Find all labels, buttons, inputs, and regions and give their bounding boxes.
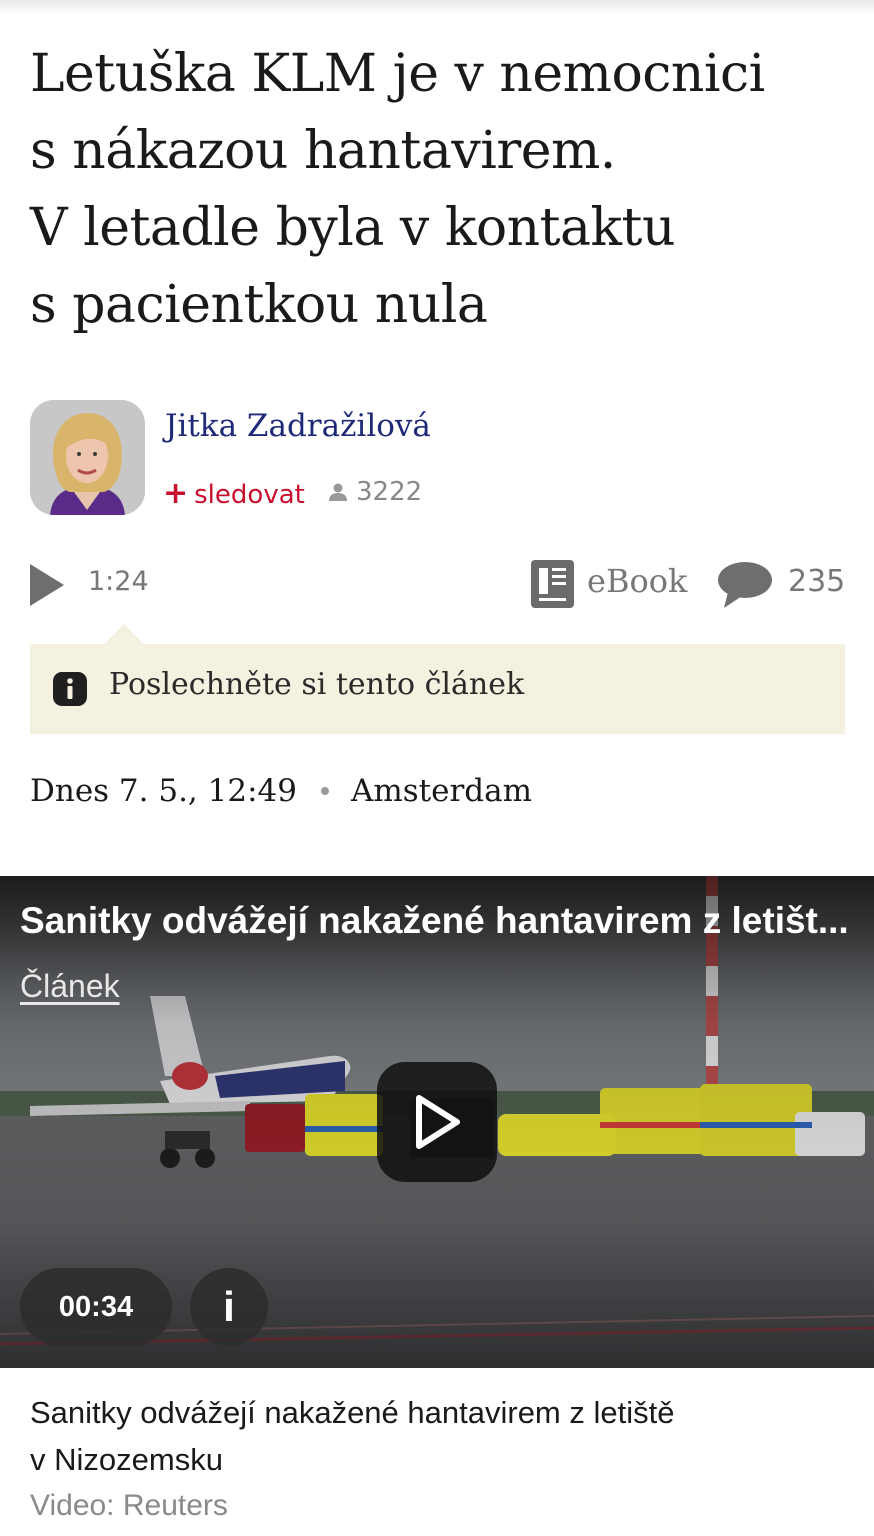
headline-line: s nákazou hantavirem. <box>30 121 616 181</box>
video-title[interactable]: Sanitky odvážejí nakažené hantavirem z l… <box>20 900 854 942</box>
headline-line: V letadle byla v kontaktu <box>30 198 675 258</box>
video-caption: Sanitky odvážejí nakažené hantavirem z l… <box>30 1389 830 1483</box>
comments-count[interactable]: 235 <box>788 564 845 599</box>
separator-dot <box>320 787 329 795</box>
video-info-button[interactable]: i <box>190 1268 268 1346</box>
audio-duration: 1:24 <box>88 566 149 597</box>
article-headline: Letuška KLM je v nemocnici s nákazou han… <box>30 36 850 344</box>
plus-icon: + <box>163 476 189 511</box>
headline-line: Letuška KLM je v nemocnici <box>30 44 765 104</box>
author-avatar[interactable] <box>30 400 145 515</box>
top-shadow <box>0 0 874 14</box>
video-play-button[interactable] <box>377 1062 497 1182</box>
follow-label: sledovat <box>194 480 305 510</box>
video-article-link[interactable]: Článek <box>20 968 120 1005</box>
location: Amsterdam <box>350 773 533 809</box>
listen-prompt-text[interactable]: Poslechněte si tento článek <box>109 667 524 702</box>
listen-box-pointer <box>104 624 144 644</box>
comment-icon[interactable] <box>716 560 774 614</box>
person-icon <box>329 483 347 501</box>
ebook-icon[interactable] <box>530 559 575 613</box>
dateline: Dnes 7. 5., 12:49 Amsterdam <box>30 773 532 809</box>
publish-date: Dnes 7. 5., 12:49 <box>30 773 297 809</box>
caption-line: Sanitky odvážejí nakažené hantavirem z l… <box>30 1395 675 1430</box>
video-time-badge: 00:34 <box>20 1268 172 1346</box>
play-icon <box>416 1095 460 1149</box>
caption-line: v Nizozemsku <box>30 1442 223 1477</box>
followers-count: 3222 <box>328 477 422 507</box>
audio-play-button[interactable] <box>28 562 66 612</box>
ebook-label[interactable]: eBook <box>587 562 687 600</box>
author-name[interactable]: Jitka Zadražilová <box>165 408 431 444</box>
play-icon <box>30 564 64 606</box>
video-credit: Video: Reuters <box>30 1489 228 1522</box>
headline-line: s pacientkou nula <box>30 275 488 335</box>
followers-number: 3222 <box>356 477 423 507</box>
follow-button[interactable]: + sledovat <box>163 476 305 511</box>
info-icon <box>53 672 87 710</box>
